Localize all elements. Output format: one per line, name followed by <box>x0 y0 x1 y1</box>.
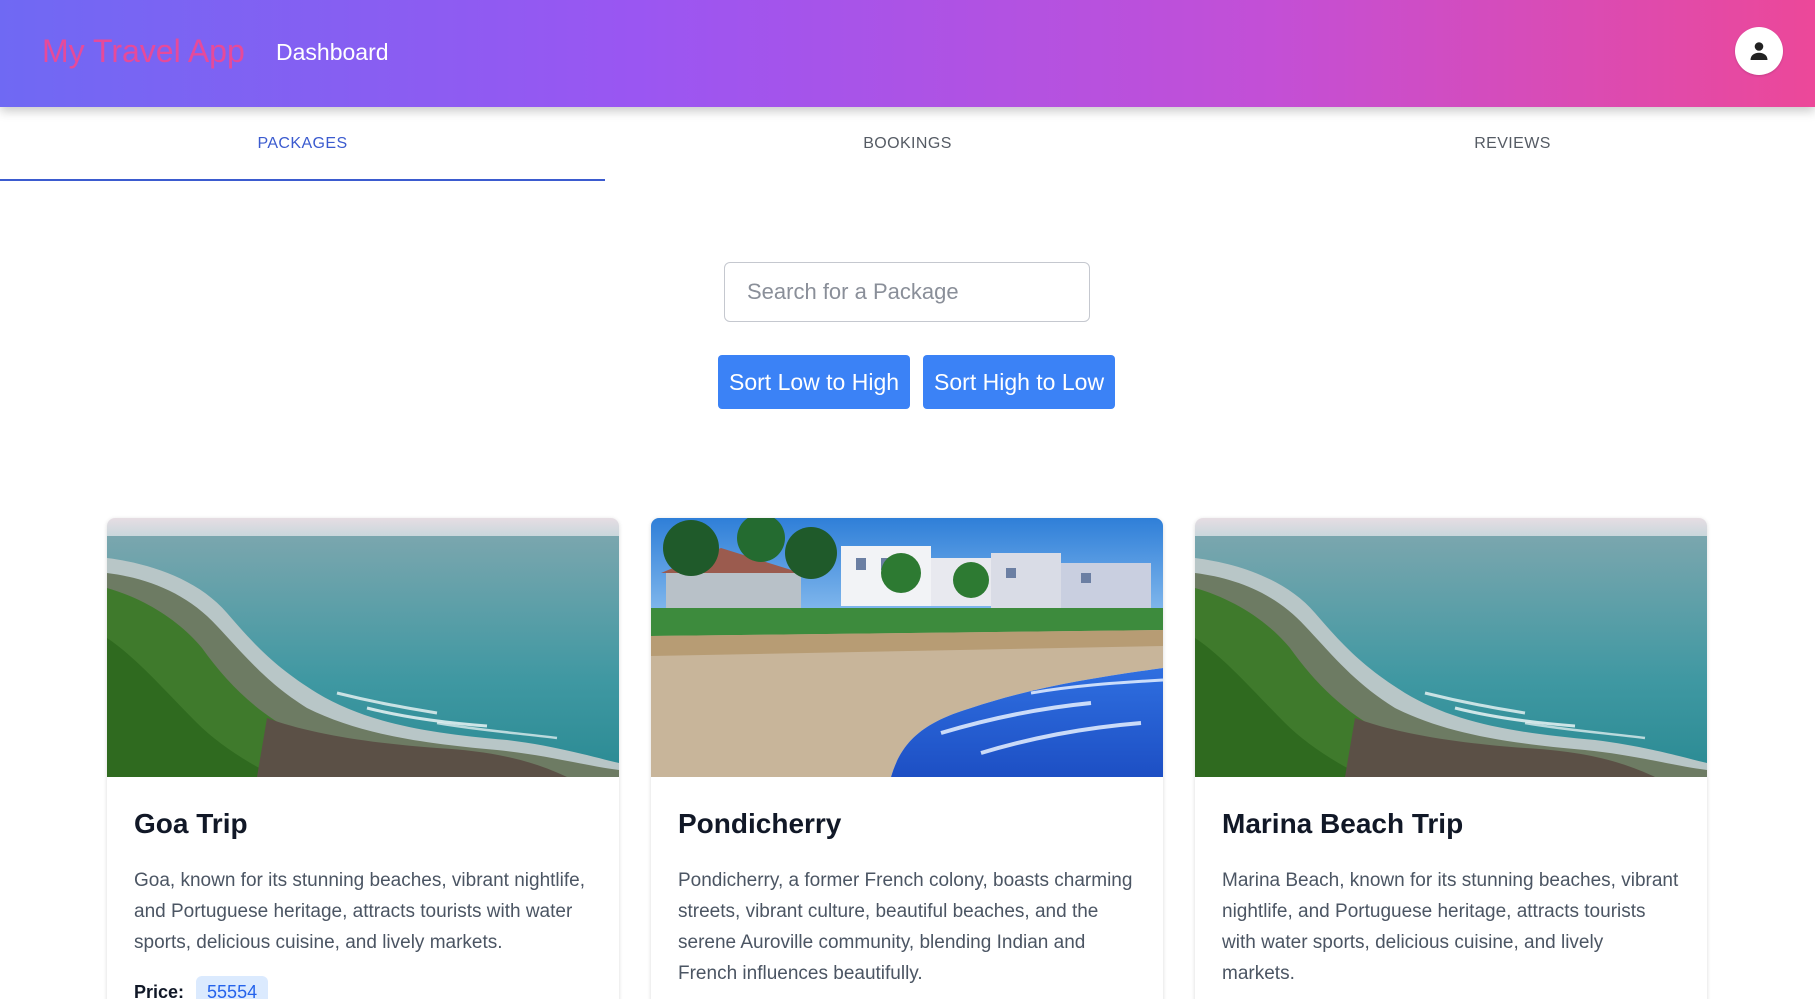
package-title: Pondicherry <box>678 808 842 839</box>
app-root: My Travel App Dashboard PACKAGES BOOKING… <box>0 0 1815 999</box>
package-card[interactable]: Pondicherry Pondicherry, a former French… <box>651 518 1163 999</box>
card-body: Marina Beach Trip Marina Beach, known fo… <box>1195 777 1707 989</box>
package-title: Goa Trip <box>134 808 248 839</box>
package-search-input[interactable] <box>724 262 1090 322</box>
user-avatar-button[interactable] <box>1735 27 1783 75</box>
app-brand[interactable]: My Travel App <box>42 31 245 71</box>
package-card[interactable]: Marina Beach Trip Marina Beach, known fo… <box>1195 518 1707 999</box>
sort-low-to-high-button[interactable]: Sort Low to High <box>718 355 911 409</box>
card-body: Pondicherry Pondicherry, a former French… <box>651 777 1163 989</box>
top-app-bar: My Travel App Dashboard <box>0 0 1815 107</box>
card-body: Goa Trip Goa, known for its stunning bea… <box>107 777 619 999</box>
user-circle-icon <box>1750 42 1768 60</box>
dashboard-link[interactable]: Dashboard <box>276 38 389 66</box>
pondicherry-beach-town-image <box>651 518 1163 777</box>
package-description: Marina Beach, known for its stunning bea… <box>1222 870 1679 984</box>
price-badge: 55554 <box>196 976 269 999</box>
package-description: Pondicherry, a former French colony, boa… <box>678 870 1133 984</box>
search-container <box>724 262 1090 322</box>
section-tabs: PACKAGES BOOKINGS REVIEWS <box>0 107 1815 181</box>
sort-high-to-low-button[interactable]: Sort High to Low <box>923 355 1116 409</box>
price-label: Price: <box>134 982 185 999</box>
tab-reviews[interactable]: REVIEWS <box>1210 107 1815 181</box>
package-title: Marina Beach Trip <box>1222 808 1464 839</box>
price-row: Price: 55554 <box>134 976 592 999</box>
package-description: Goa, known for its stunning beaches, vib… <box>134 870 585 953</box>
tab-bookings[interactable]: BOOKINGS <box>605 107 1210 181</box>
tab-packages[interactable]: PACKAGES <box>0 107 605 181</box>
coastal-cliff-beach-image <box>1195 518 1707 777</box>
package-card-list: Goa Trip Goa, known for its stunning bea… <box>107 518 1707 999</box>
sort-controls: Sort Low to High Sort High to Low <box>718 355 1116 409</box>
package-card[interactable]: Goa Trip Goa, known for its stunning bea… <box>107 518 619 999</box>
coastal-cliff-beach-image <box>107 518 619 777</box>
